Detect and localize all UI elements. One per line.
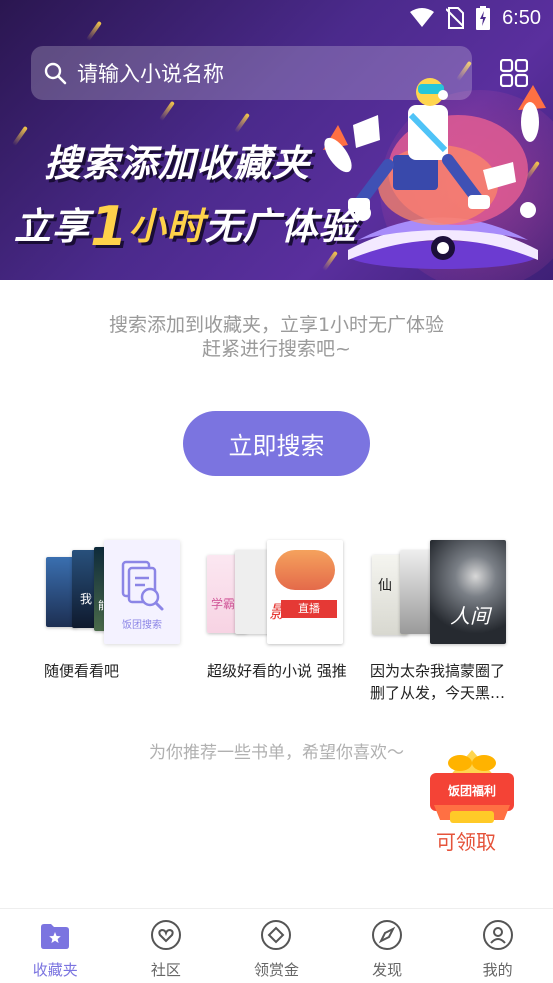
- banner-title-line2: 立享1小时无广体验: [14, 195, 357, 258]
- nav-label: 我的: [482, 961, 513, 979]
- book-cover: 直播 影: [267, 540, 343, 644]
- person-icon: [482, 920, 513, 950]
- banner-title-line1: 搜索添加收藏夹: [44, 142, 310, 185]
- nav-profile[interactable]: 我的: [442, 909, 553, 983]
- no-sim-icon: [446, 7, 465, 29]
- recommendation-card[interactable]: 我 能是 饭团搜索 随便看看吧: [44, 535, 194, 680]
- recommendation-card[interactable]: 仙 人间 因为太杂我搞蒙圈了 删了从发，今天黑…: [370, 535, 520, 702]
- nav-label: 领赏金: [253, 961, 299, 979]
- wifi-icon: [410, 8, 435, 27]
- reading-illustration: [323, 78, 546, 269]
- battery-charging-icon: [476, 6, 491, 30]
- nav-bounty[interactable]: 领赏金: [221, 909, 332, 983]
- welfare-badge: 饭团福利: [447, 784, 496, 798]
- book-cover: 人间: [430, 540, 506, 644]
- recommendation-title: 因为太杂我搞蒙圈了 删了从发，今天黑…: [370, 662, 506, 702]
- promo-text: 搜索添加到收藏夹，立享1小时无广体验 赶紧进行搜索吧~: [0, 313, 553, 361]
- search-now-button[interactable]: 立即搜索: [183, 411, 370, 476]
- header-banner[interactable]: 6:50 请输入小说名称 搜索添加收藏夹 立享1小时无广体验: [0, 0, 553, 280]
- bookmark-folder-icon: [41, 924, 70, 949]
- book-covers: 仙 人间: [370, 535, 520, 650]
- nav-favorites[interactable]: 收藏夹: [0, 909, 111, 983]
- recommendation-title: 超级好看的小说 强推: [207, 662, 347, 680]
- search-placeholder: 请输入小说名称: [77, 62, 224, 86]
- nav-discover[interactable]: 发现: [332, 909, 443, 983]
- recommendation-card[interactable]: 学霸 直播 影 超级好看的小说 强推: [207, 535, 357, 680]
- nav-label: 社区: [150, 961, 181, 979]
- heart-chat-icon: [150, 920, 181, 950]
- search-badge-label: 饭团搜索: [122, 620, 162, 631]
- search-icon: [44, 62, 67, 85]
- book-covers: 我 能是 饭团搜索: [44, 535, 194, 650]
- nav-label: 发现: [372, 961, 403, 979]
- search-badge-card: 饭团搜索: [104, 540, 180, 644]
- recommendation-title: 随便看看吧: [44, 662, 120, 680]
- status-time: 6:50: [502, 6, 541, 29]
- compass-icon: [372, 920, 403, 950]
- nav-community[interactable]: 社区: [111, 909, 222, 983]
- nav-label: 收藏夹: [32, 961, 78, 979]
- book-covers: 学霸 直播 影: [207, 535, 357, 650]
- promo-line2: 赶紧进行搜索吧~: [202, 338, 351, 360]
- promo-line1: 搜索添加到收藏夹，立享1小时无广体验: [108, 314, 445, 336]
- document-search-icon: [121, 560, 164, 611]
- status-bar: 6:50: [0, 0, 553, 38]
- bottom-navigation: 收藏夹 社区 领赏金 发现 我的: [0, 908, 553, 983]
- welfare-label[interactable]: 可领取: [436, 826, 496, 855]
- recommendation-list: 我 能是 饭团搜索 随便看看吧 学霸: [0, 535, 553, 715]
- diamond-coin-icon: [261, 920, 292, 950]
